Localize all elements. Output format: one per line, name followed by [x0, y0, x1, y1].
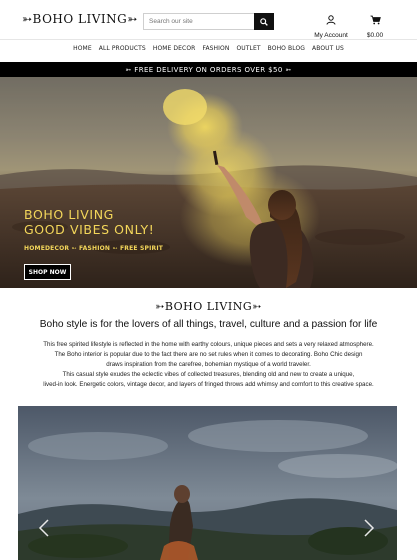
nav-item-fashion[interactable]: FASHION — [202, 45, 229, 57]
user-icon — [326, 15, 336, 25]
hero-title: BOHO LIVING GOOD VIBES ONLY! — [24, 207, 154, 237]
chevron-right-icon[interactable] — [363, 518, 375, 538]
hero-title-line-2: GOOD VIBES ONLY! — [24, 222, 155, 237]
nav-item-outlet[interactable]: OUTLET — [236, 45, 260, 57]
cart-link[interactable]: $0.00 — [363, 12, 387, 39]
about-heading: Boho style is for the lovers of all thin… — [39, 319, 378, 330]
search-icon — [260, 17, 268, 26]
search-box — [143, 13, 274, 30]
nav-item-home[interactable]: HOME — [73, 45, 92, 57]
site-header: ➳BOHO LIVING➳ My Account $0.00 — [0, 0, 417, 40]
photo-carousel — [18, 406, 397, 560]
hero-banner: BOHO LIVING GOOD VIBES ONLY! HOMEDECOR ➳… — [0, 77, 417, 288]
about-text: This free spirited lifestyle is reflecte… — [18, 340, 399, 390]
search-button[interactable] — [254, 13, 274, 30]
nav-item-home-decor[interactable]: HOME DECOR — [153, 45, 196, 57]
nav-item-about-us[interactable]: ABOUT US — [312, 45, 344, 57]
search-input[interactable] — [144, 14, 254, 29]
carousel-image — [18, 406, 397, 560]
about-line: lived-in look. Energetic colors, vintage… — [43, 381, 374, 388]
site-logo[interactable]: ➳BOHO LIVING➳ — [22, 12, 138, 26]
nav-item-boho-blog[interactable]: BOHO BLOG — [268, 45, 305, 57]
main-nav: HOME ALL PRODUCTS HOME DECOR FASHION OUT… — [0, 45, 417, 57]
hero-image — [0, 77, 417, 288]
account-link[interactable]: My Account — [312, 12, 350, 39]
promo-banner: ➳ FREE DELIVERY ON ORDERS OVER $50 ➳ — [0, 62, 417, 77]
about-line: The Boho interior is popular due to the … — [54, 351, 363, 358]
shop-now-button[interactable]: SHOP NOW — [24, 264, 71, 280]
about-line: This casual style exudes the eclectic vi… — [62, 371, 355, 378]
cart-total: $0.00 — [366, 32, 384, 39]
hero-subtitle: HOMEDECOR ➳ FASHION ➳ FREE SPIRIT — [24, 245, 164, 252]
account-label: My Account — [314, 32, 348, 39]
about-logo: ➳BOHO LIVING➳ — [155, 300, 262, 313]
about-line: draws inspiration from the carefree, boh… — [106, 361, 311, 368]
nav-item-all-products[interactable]: ALL PRODUCTS — [99, 45, 146, 57]
header-divider — [0, 39, 417, 40]
hero-title-line-1: BOHO LIVING — [24, 207, 114, 222]
about-line: This free spirited lifestyle is reflecte… — [43, 341, 374, 348]
chevron-left-icon[interactable] — [38, 518, 50, 538]
cart-icon — [370, 15, 381, 25]
